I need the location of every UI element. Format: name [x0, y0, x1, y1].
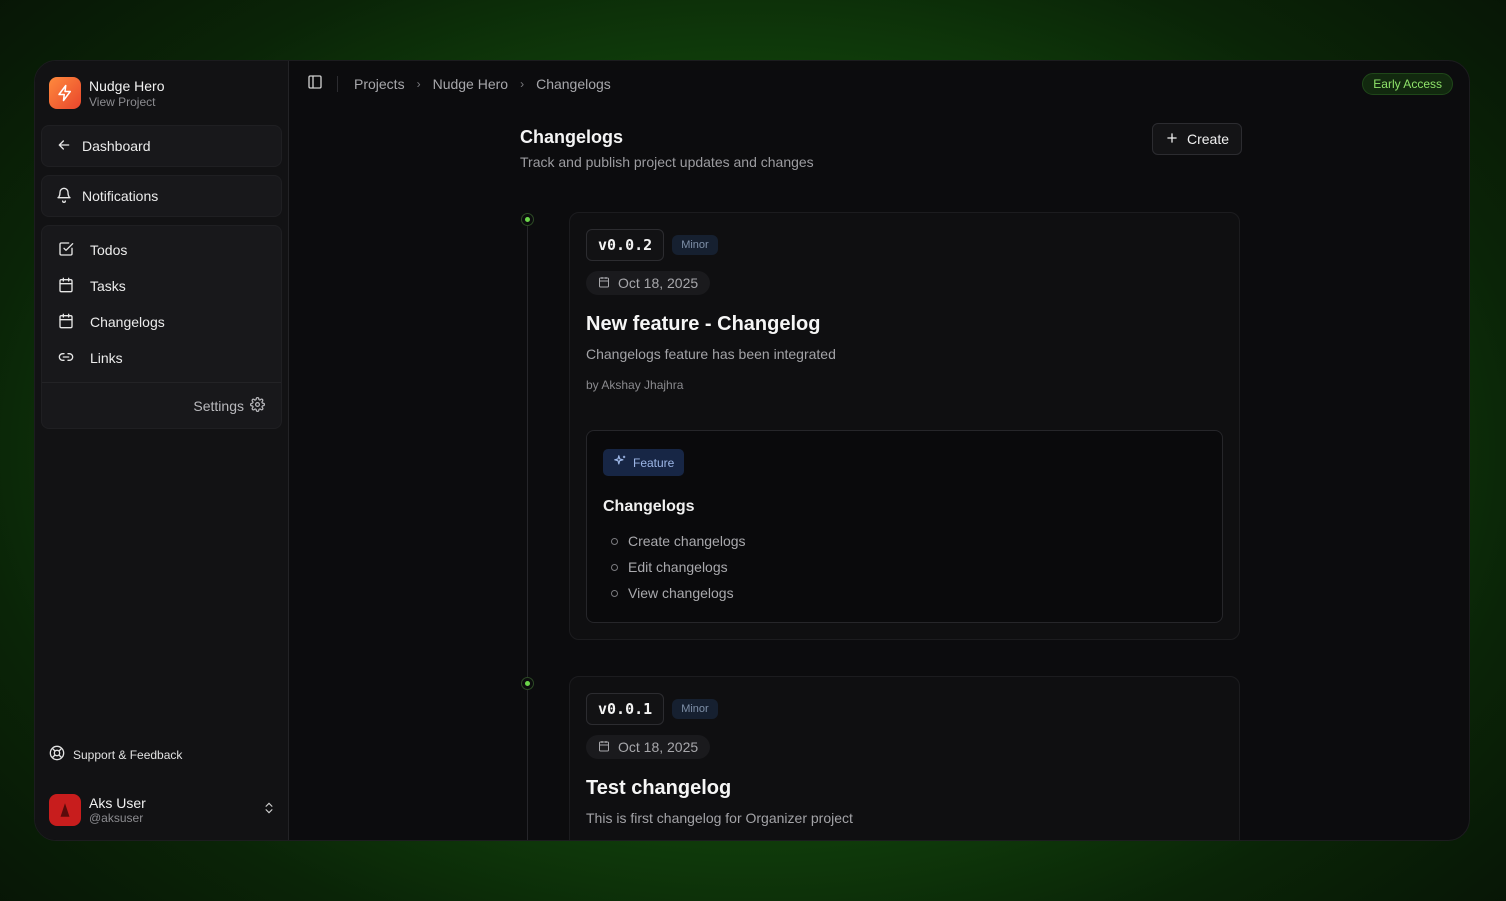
settings-button[interactable]: Settings	[42, 382, 281, 428]
support-feedback-link[interactable]: Support & Feedback	[49, 745, 182, 764]
breadcrumb: Projects › Nudge Hero › Changelogs	[354, 76, 611, 92]
entry-author: by Akshay Jhajhra	[586, 378, 684, 392]
calendar-icon	[598, 739, 610, 755]
sidebar: Nudge Hero View Project Dashboard Notifi…	[35, 61, 289, 840]
bell-icon	[56, 187, 72, 206]
avatar	[49, 794, 81, 826]
gear-icon	[250, 396, 265, 415]
sidebar-item-label: Tasks	[90, 278, 126, 294]
project-switcher[interactable]: Nudge Hero View Project	[41, 69, 282, 117]
section-items: Create changelogs Edit changelogs View c…	[603, 528, 1206, 606]
chevron-right-icon: ›	[520, 77, 525, 91]
version-label: v0.0.1	[586, 693, 665, 725]
user-handle: @aksuser	[89, 811, 144, 825]
list-item-text: Create changelogs	[628, 533, 746, 549]
sidebar-item-label: Changelogs	[90, 314, 165, 330]
calendar-icon	[58, 277, 74, 296]
calendar-icon	[598, 275, 610, 291]
date-chip: Oct 18, 2025	[586, 271, 711, 295]
tag-label: Feature	[633, 455, 675, 470]
nav-menu: Todos Tasks Changelogs Links Settings	[41, 225, 282, 429]
project-name: Nudge Hero	[89, 77, 165, 94]
release-type-badge: Minor	[672, 235, 718, 255]
date-text: Oct 18, 2025	[618, 739, 699, 755]
changelog-entry: v0.0.2 Minor Oct 18, 2025 New feature - …	[569, 212, 1240, 640]
topbar: Projects › Nudge Hero › Changelogs Early…	[289, 61, 1469, 107]
sidebar-item-changelogs[interactable]: Changelogs	[42, 304, 281, 340]
page-header: Changelogs Track and publish project upd…	[520, 127, 814, 170]
release-type-badge: Minor	[672, 699, 718, 719]
list-item-text: View changelogs	[628, 585, 734, 601]
entry-description: This is first changelog for Organizer pr…	[586, 810, 853, 826]
notifications-label: Notifications	[82, 188, 159, 204]
timeline-line	[527, 219, 528, 840]
sidebar-item-links[interactable]: Links	[42, 340, 281, 376]
notifications-button[interactable]: Notifications	[41, 175, 282, 217]
bullet-icon	[611, 589, 618, 597]
view-project-link[interactable]: View Project	[89, 95, 165, 109]
changelog-entry: v0.0.1 Minor Oct 18, 2025 Test changelog…	[569, 676, 1240, 840]
calendar-icon	[58, 313, 74, 332]
bullet-icon	[611, 537, 618, 545]
breadcrumb-current: Changelogs	[536, 76, 611, 92]
version-label: v0.0.2	[586, 229, 665, 261]
entry-description: Changelogs feature has been integrated	[586, 346, 836, 362]
early-access-badge: Early Access	[1362, 73, 1453, 95]
create-button[interactable]: Create	[1152, 123, 1243, 155]
list-item: Edit changelogs	[603, 554, 1206, 580]
date-text: Oct 18, 2025	[618, 275, 699, 291]
sidebar-item-tasks[interactable]: Tasks	[42, 268, 281, 304]
list-item-text: Edit changelogs	[628, 559, 728, 575]
settings-label: Settings	[193, 397, 244, 414]
user-name: Aks User	[89, 795, 146, 811]
user-menu[interactable]: Aks User @aksuser	[49, 794, 276, 826]
arrow-left-icon	[56, 137, 72, 156]
sidebar-item-label: Todos	[90, 242, 128, 258]
breadcrumb-project[interactable]: Nudge Hero	[433, 76, 509, 92]
chevrons-up-down-icon	[262, 801, 276, 820]
list-item: View changelogs	[603, 580, 1206, 606]
list-item: Create changelogs	[603, 528, 1206, 554]
changelog-section: Feature Changelogs Create changelogs Edi…	[586, 430, 1223, 623]
timeline-dot	[521, 677, 534, 690]
main-content: Projects › Nudge Hero › Changelogs Early…	[289, 61, 1469, 840]
section-title: Changelogs	[603, 498, 695, 515]
dashboard-label: Dashboard	[82, 138, 151, 154]
page-title: Changelogs	[520, 127, 624, 147]
support-label: Support & Feedback	[73, 747, 183, 762]
create-label: Create	[1187, 131, 1230, 147]
app-window: Nudge Hero View Project Dashboard Notifi…	[34, 60, 1470, 841]
check-square-icon	[58, 241, 74, 260]
entry-title: New feature - Changelog	[586, 313, 821, 335]
entry-title: Test changelog	[586, 777, 732, 799]
bullet-icon	[611, 563, 618, 571]
sparkles-icon	[613, 454, 627, 471]
divider	[337, 76, 338, 92]
link-icon	[58, 349, 74, 368]
lifebuoy-icon	[49, 745, 65, 764]
sidebar-toggle-icon[interactable]	[307, 74, 323, 95]
sidebar-item-label: Links	[90, 350, 123, 366]
chevron-right-icon: ›	[416, 77, 421, 91]
feature-tag: Feature	[603, 449, 685, 476]
dashboard-button[interactable]: Dashboard	[41, 125, 282, 167]
page-subtitle: Track and publish project updates and ch…	[520, 154, 814, 170]
breadcrumb-projects[interactable]: Projects	[354, 76, 405, 92]
sidebar-item-todos[interactable]: Todos	[42, 232, 281, 268]
timeline-dot	[521, 213, 534, 226]
lightning-icon	[49, 77, 81, 109]
date-chip: Oct 18, 2025	[586, 735, 711, 759]
plus-icon	[1165, 131, 1179, 148]
